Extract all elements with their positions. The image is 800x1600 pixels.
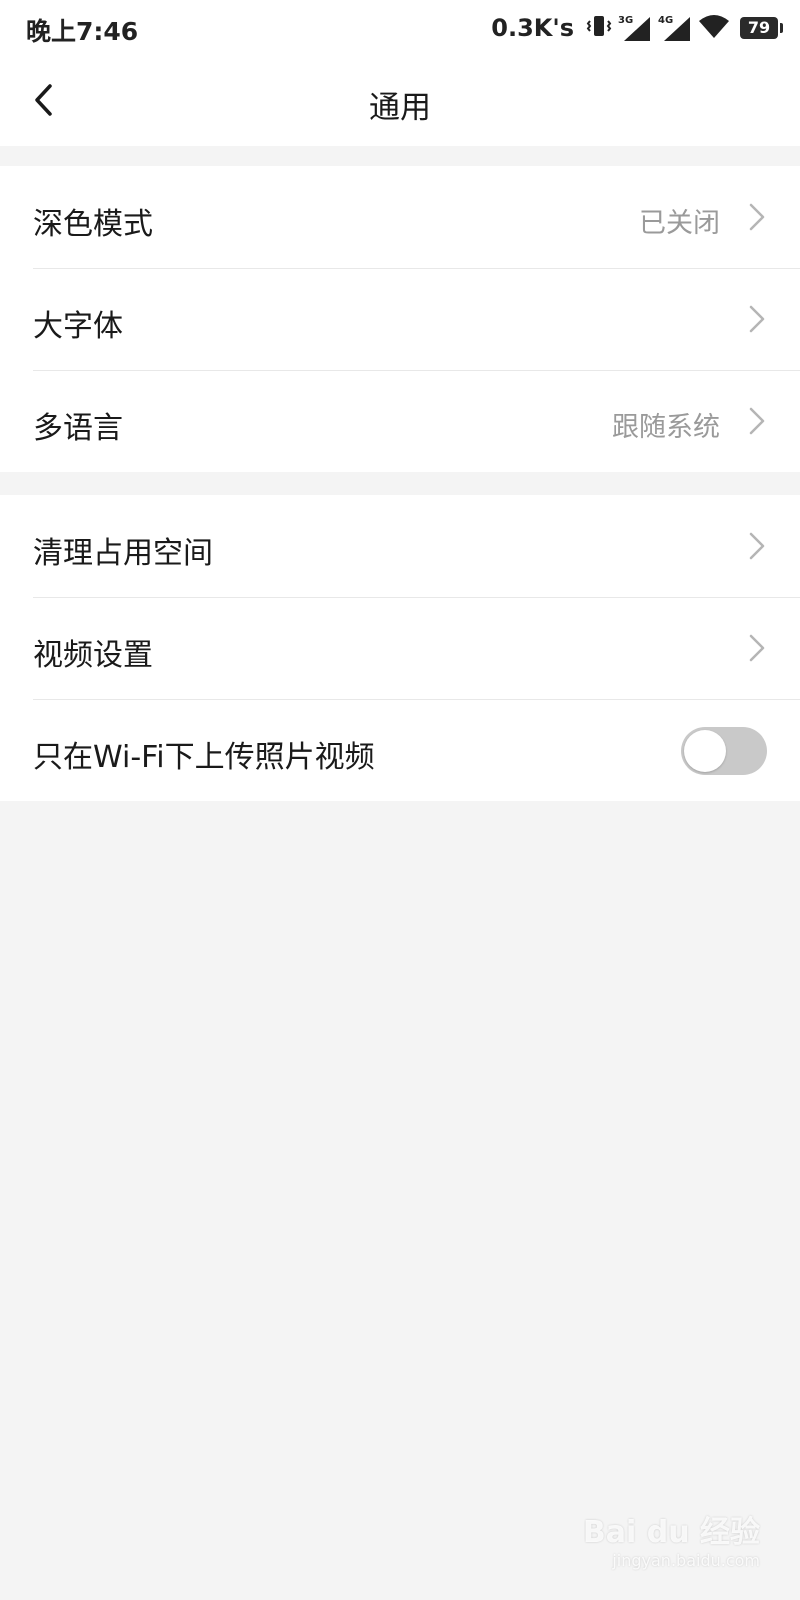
chevron-right-icon xyxy=(749,203,765,231)
large-font-label: 大字体 xyxy=(33,309,123,344)
chevron-right-icon xyxy=(749,305,765,333)
watermark: Bai du 经验 jingyan.baidu.com xyxy=(583,1507,760,1570)
language-value: 跟随系统 xyxy=(612,412,720,443)
settings-group-storage: 清理占用空间 视频设置 只在Wi-Fi下上传照片视频 xyxy=(0,495,800,801)
battery-icon: 79 xyxy=(740,17,783,39)
video-settings-label: 视频设置 xyxy=(33,638,153,673)
chevron-right-icon xyxy=(749,407,765,435)
dark-mode-label: 深色模式 xyxy=(33,207,153,242)
wifi-upload-toggle[interactable] xyxy=(681,727,767,775)
signal-4g-icon: 4G xyxy=(658,13,692,43)
watermark-brand: Bai du 经验 xyxy=(582,1515,760,1550)
status-time: 晚上7:46 xyxy=(26,17,139,46)
signal-3g-icon: 3G xyxy=(618,13,652,43)
language-row[interactable]: 多语言 跟随系统 xyxy=(0,370,800,472)
wifi-icon xyxy=(698,13,730,43)
status-bar: 晚上7:46 0.3K's 3G 4G 79 xyxy=(0,0,800,56)
video-settings-row[interactable]: 视频设置 xyxy=(0,597,800,699)
dark-mode-row[interactable]: 深色模式 已关闭 xyxy=(0,166,800,268)
signal-3g-label: 3G xyxy=(618,15,634,26)
page-title: 通用 xyxy=(369,90,431,126)
language-label: 多语言 xyxy=(33,411,123,446)
battery-level: 79 xyxy=(747,18,771,37)
settings-group-display: 深色模式 已关闭 大字体 多语言 跟随系统 xyxy=(0,166,800,472)
wifi-upload-label: 只在Wi-Fi下上传照片视频 xyxy=(33,740,375,775)
clear-storage-row[interactable]: 清理占用空间 xyxy=(0,495,800,597)
clear-storage-label: 清理占用空间 xyxy=(33,536,213,571)
navigation-bar: 通用 xyxy=(0,56,800,146)
dark-mode-value: 已关闭 xyxy=(639,208,720,239)
chevron-right-icon xyxy=(749,532,765,560)
toggle-knob xyxy=(684,730,726,772)
signal-4g-label: 4G xyxy=(658,15,674,26)
chevron-right-icon xyxy=(749,634,765,662)
vibrate-icon xyxy=(586,13,612,43)
watermark-url: jingyan.baidu.com xyxy=(612,1551,760,1570)
large-font-row[interactable]: 大字体 xyxy=(0,268,800,370)
wifi-upload-row: 只在Wi-Fi下上传照片视频 xyxy=(0,699,800,801)
network-speed: 0.3K's xyxy=(491,14,574,42)
status-icons: 0.3K's 3G 4G 79 xyxy=(491,10,783,46)
